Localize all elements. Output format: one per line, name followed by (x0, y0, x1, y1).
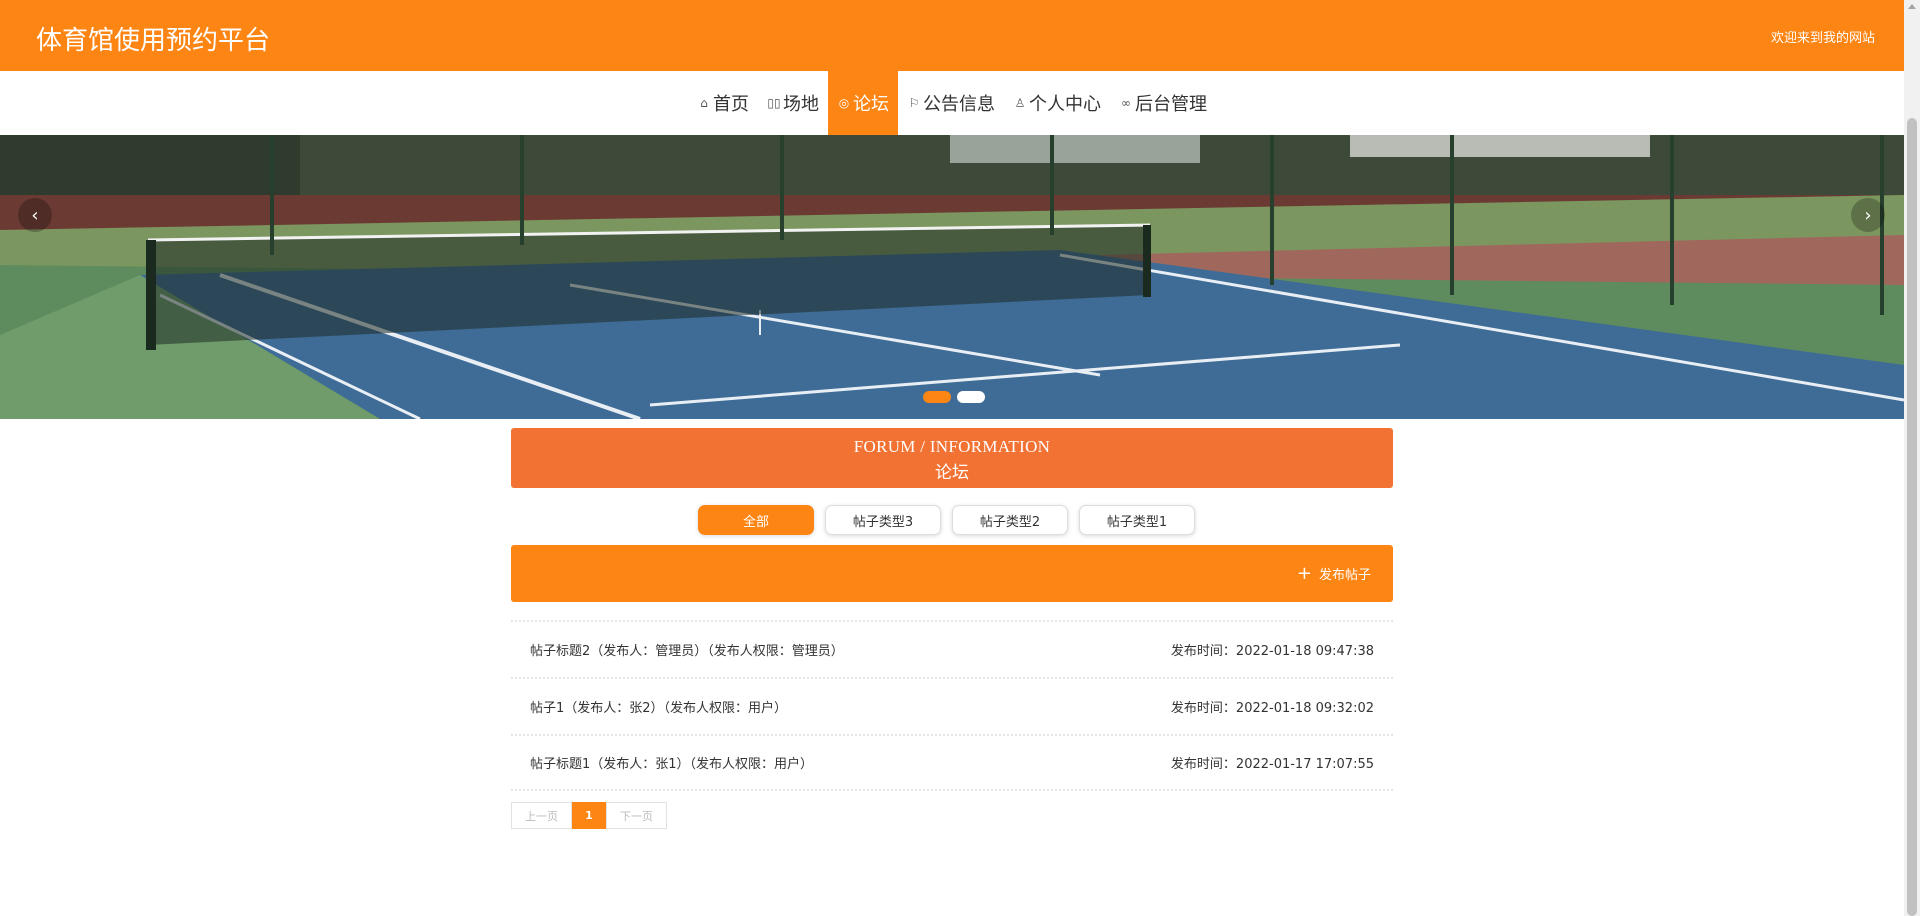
header-bar: 体育馆使用预约平台 欢迎来到我的网站 (0, 0, 1904, 71)
filter-type-3[interactable]: 帖子类型3 (825, 505, 941, 535)
user-icon: ♙ (1014, 96, 1026, 110)
nav-item-forum[interactable]: ◎ 论坛 (828, 71, 898, 135)
home-icon: ⌂ (700, 96, 708, 110)
nav-item-label: 论坛 (853, 94, 889, 115)
chevron-right-icon: › (1864, 204, 1872, 226)
section-title-en: FORUM / INFORMATION (853, 437, 1051, 456)
nav-item-label: 后台管理 (1135, 94, 1207, 115)
post-time: 发布时间：2022-01-17 17:07:55 (1170, 757, 1374, 772)
action-bar: + 发布帖子 (511, 545, 1393, 602)
nav-item-admin[interactable]: ∞ 后台管理 (1110, 71, 1216, 135)
site-title: 体育馆使用预约平台 (36, 26, 271, 56)
banner-image (0, 135, 1904, 419)
flag-icon: ⚐ (908, 96, 920, 110)
post-time: 发布时间：2022-01-18 09:47:38 (1170, 644, 1374, 659)
page: 体育馆使用预约平台 欢迎来到我的网站 ⌂ 首页 ▯▯ 场地 ◎ 论坛 ⚐ 公告信… (0, 0, 1904, 916)
nav-item-label: 个人中心 (1029, 94, 1101, 115)
carousel-dot-2[interactable] (957, 391, 985, 403)
main-nav: ⌂ 首页 ▯▯ 场地 ◎ 论坛 ⚐ 公告信息 ♙ 个人中心 ∞ 后台管理 (0, 71, 1904, 135)
section-title: FORUM / INFORMATION 论坛 (511, 428, 1393, 488)
nav-item-personal-center[interactable]: ♙ 个人中心 (1004, 71, 1110, 135)
publish-post-button[interactable]: + 发布帖子 (1297, 564, 1371, 583)
post-list: 帖子标题2（发布人：管理员）（发布人权限：管理员） 发布时间：2022-01-1… (511, 620, 1393, 791)
carousel-indicators (923, 391, 985, 403)
page-number-button[interactable]: 1 (572, 802, 606, 829)
filter-all[interactable]: 全部 (698, 505, 814, 535)
publish-post-label: 发布帖子 (1318, 568, 1371, 583)
prev-page-button[interactable]: 上一页 (511, 802, 572, 829)
scrollbar-thumb[interactable] (1907, 118, 1917, 916)
venue-icon: ▯▯ (767, 96, 781, 110)
nav-item-label: 首页 (713, 94, 749, 115)
welcome-text: 欢迎来到我的网站 (1770, 31, 1875, 46)
post-title: 帖子标题1（发布人：张1）（发布人权限：用户） (530, 757, 814, 772)
pagination: 上一页 1 下一页 (511, 802, 667, 829)
post-time: 发布时间：2022-01-18 09:32:02 (1170, 701, 1374, 716)
next-page-button[interactable]: 下一页 (606, 802, 667, 829)
category-filters: 全部 帖子类型3 帖子类型2 帖子类型1 (698, 505, 1195, 535)
list-item[interactable]: 帖子1（发布人：张2）（发布人权限：用户） 发布时间：2022-01-18 09… (511, 677, 1393, 734)
vertical-scrollbar[interactable] (1904, 0, 1920, 916)
banner-carousel (0, 135, 1904, 419)
nav-item-label: 公告信息 (923, 94, 995, 115)
plus-icon: + (1296, 562, 1312, 584)
filter-type-1[interactable]: 帖子类型1 (1079, 505, 1195, 535)
nav-item-label: 场地 (783, 94, 819, 115)
nav-item-venue[interactable]: ▯▯ 场地 (758, 71, 828, 135)
post-title: 帖子标题2（发布人：管理员）（发布人权限：管理员） (530, 644, 844, 659)
carousel-dot-1[interactable] (923, 391, 951, 403)
forum-icon: ◎ (838, 96, 850, 110)
section-title-cn: 论坛 (935, 463, 969, 482)
nav-item-home[interactable]: ⌂ 首页 (688, 71, 758, 135)
post-title: 帖子1（发布人：张2）（发布人权限：用户） (530, 701, 788, 716)
chevron-left-icon: ‹ (31, 204, 39, 226)
carousel-next-button[interactable]: › (1851, 198, 1885, 232)
list-item[interactable]: 帖子标题1（发布人：张1）（发布人权限：用户） 发布时间：2022-01-17 … (511, 734, 1393, 791)
filter-type-2[interactable]: 帖子类型2 (952, 505, 1068, 535)
link-icon: ∞ (1121, 96, 1131, 110)
list-item[interactable]: 帖子标题2（发布人：管理员）（发布人权限：管理员） 发布时间：2022-01-1… (511, 620, 1393, 677)
carousel-prev-button[interactable]: ‹ (18, 198, 52, 232)
scroll-up-arrow-icon[interactable] (1908, 4, 1916, 9)
nav-item-notice[interactable]: ⚐ 公告信息 (898, 71, 1004, 135)
